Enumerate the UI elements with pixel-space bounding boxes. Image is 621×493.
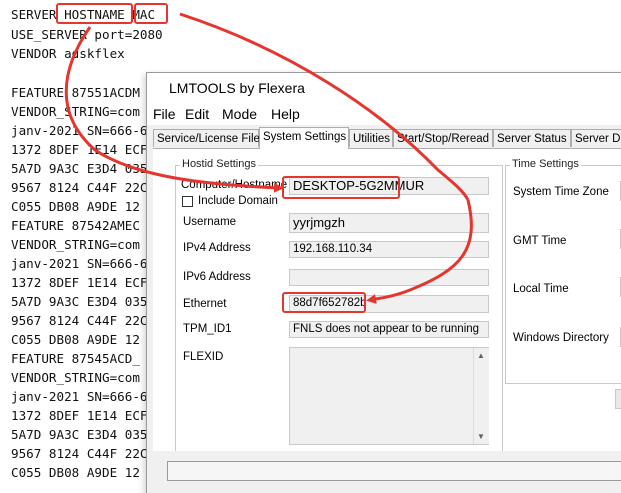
- ethernet-label: Ethernet: [183, 298, 227, 310]
- license-line: 9567 8124 C44F 22C: [11, 446, 148, 461]
- hostid-settings-title: Hostid Settings: [180, 158, 258, 170]
- ethernet-highlight-box: [282, 292, 366, 313]
- license-line: 5A7D 9A3C E3D4 035: [11, 161, 148, 176]
- license-line: VENDOR adskflex: [11, 46, 125, 61]
- ipv6-address-field[interactable]: [289, 269, 489, 286]
- tpm-id1-label: TPM_ID1: [183, 323, 232, 335]
- window-title: LMTOOLS by Flexera: [169, 80, 305, 96]
- local-time-label: Local Time: [513, 283, 569, 295]
- ipv6-address-label: IPv6 Address: [183, 271, 251, 283]
- flexid-label: FLEXID: [183, 351, 224, 363]
- gmt-time-label: GMT Time: [513, 235, 567, 247]
- menu-file[interactable]: File: [153, 106, 176, 122]
- include-domain-checkbox[interactable]: [182, 196, 193, 207]
- system-time-zone-label: System Time Zone: [513, 186, 609, 198]
- flexid-scrollbar[interactable]: ▲ ▼: [473, 348, 489, 444]
- license-line: 5A7D 9A3C E3D4 035: [11, 294, 148, 309]
- license-line: USE_SERVER port=2080: [11, 27, 163, 42]
- lmtools-window: LMTOOLS by Flexera File Edit Mode Help S…: [146, 72, 621, 493]
- username-field[interactable]: yyrjmgzh: [289, 213, 489, 233]
- ipv4-address-field[interactable]: 192.168.110.34: [289, 241, 489, 258]
- partial-button[interactable]: [615, 389, 621, 409]
- status-bar: [147, 451, 621, 493]
- status-field: [167, 461, 621, 481]
- computer-hostname-highlight-box: [282, 176, 400, 199]
- tab-server-diags[interactable]: Server Diag: [571, 129, 621, 147]
- menu-edit[interactable]: Edit: [185, 106, 209, 122]
- license-line: 1372 8DEF 1E14 ECF: [11, 408, 148, 423]
- tab-start-stop-reread[interactable]: Start/Stop/Reread: [393, 129, 493, 147]
- license-line: 1372 8DEF 1E14 ECF: [11, 275, 148, 290]
- license-line: FEATURE 87542AMEC: [11, 218, 140, 233]
- menu-mode[interactable]: Mode: [222, 106, 257, 122]
- tab-strip: Service/License File System Settings Uti…: [153, 127, 621, 149]
- time-settings-title: Time Settings: [510, 158, 581, 170]
- license-line: 9567 8124 C44F 22C: [11, 180, 148, 195]
- license-line: VENDOR_STRING=com: [11, 237, 140, 252]
- include-domain-label: Include Domain: [198, 195, 278, 207]
- ipv4-address-label: IPv4 Address: [183, 242, 251, 254]
- license-line: C055 DB08 A9DE 12: [11, 199, 140, 214]
- computer-hostname-label: Computer/Hostname: [181, 179, 288, 191]
- menu-help[interactable]: Help: [271, 106, 300, 122]
- flexid-listbox[interactable]: [289, 347, 489, 445]
- scroll-up-arrow-icon[interactable]: ▲: [477, 351, 485, 360]
- windows-directory-label: Windows Directory: [513, 332, 609, 344]
- system-settings-panel: Hostid Settings Computer/Hostname DESKTO…: [153, 148, 621, 489]
- license-line: janv-2021 SN=666-6: [11, 256, 148, 271]
- license-line: janv-2021 SN=666-6: [11, 123, 148, 138]
- license-line: VENDOR_STRING=com: [11, 370, 140, 385]
- license-line: 9567 8124 C44F 22C: [11, 313, 148, 328]
- license-line: C055 DB08 A9DE 12: [11, 332, 140, 347]
- mac-highlight-box: [134, 3, 168, 24]
- license-line: FEATURE 87545ACD_: [11, 351, 140, 366]
- license-line: 1372 8DEF 1E14 ECF: [11, 142, 148, 157]
- menu-bar: File Edit Mode Help: [147, 103, 621, 125]
- license-line: 5A7D 9A3C E3D4 035: [11, 427, 148, 442]
- tab-service-license-file[interactable]: Service/License File: [153, 129, 260, 147]
- tab-utilities[interactable]: Utilities: [349, 129, 393, 147]
- username-label: Username: [183, 216, 237, 228]
- license-line: janv-2021 SN=666-6: [11, 389, 148, 404]
- tab-server-status[interactable]: Server Status: [493, 129, 571, 147]
- license-line: VENDOR_STRING=com: [11, 104, 140, 119]
- license-line: FEATURE 87551ACDM: [11, 85, 140, 100]
- tpm-id1-field[interactable]: FNLS does not appear to be running: [289, 321, 489, 338]
- license-line: C055 DB08 A9DE 12: [11, 465, 140, 480]
- scroll-down-arrow-icon[interactable]: ▼: [477, 432, 485, 441]
- hostname-highlight-box: [56, 3, 133, 24]
- title-bar: LMTOOLS by Flexera: [147, 73, 621, 103]
- tab-system-settings[interactable]: System Settings: [259, 127, 349, 149]
